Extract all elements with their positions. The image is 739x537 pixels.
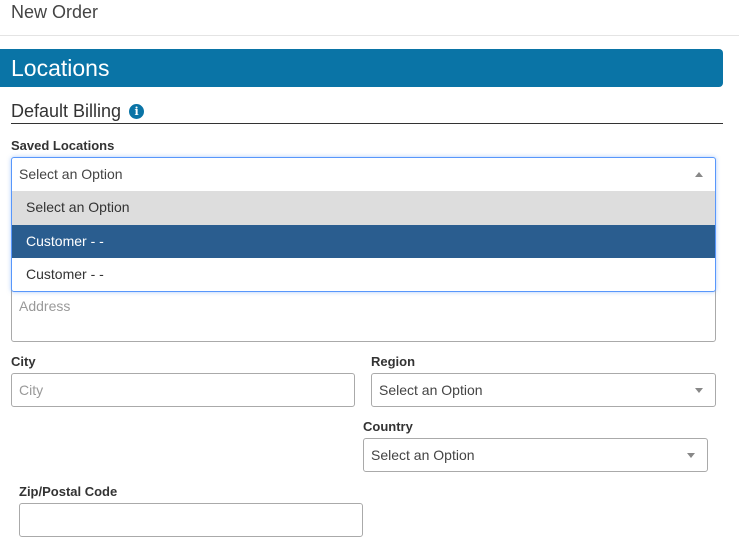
page-title: New Order xyxy=(11,2,99,22)
address-placeholder: Address xyxy=(19,298,71,314)
country-select[interactable]: Select an Option xyxy=(363,438,708,472)
chevron-down-icon[interactable] xyxy=(695,388,703,393)
country-label: Country xyxy=(363,419,413,434)
subsection-title: Default Billing xyxy=(11,101,122,121)
region-label: Region xyxy=(371,354,416,369)
default-billing-heading: Default Billing i xyxy=(11,99,723,124)
chevron-down-icon[interactable] xyxy=(687,453,695,458)
country-value: Select an Option xyxy=(371,447,475,463)
zip-label: Zip/Postal Code xyxy=(19,484,118,499)
option-select[interactable]: Select an Option xyxy=(12,191,715,225)
info-icon[interactable]: i xyxy=(129,104,145,119)
chevron-up-icon[interactable] xyxy=(695,172,703,177)
saved-locations-current[interactable]: Select an Option xyxy=(12,158,715,191)
option-customer-1[interactable]: Customer - - xyxy=(12,224,715,258)
saved-locations-label: Saved Locations xyxy=(11,138,115,153)
address-field[interactable]: Address xyxy=(11,286,716,342)
saved-locations-select[interactable]: Select an Option Select an Option Custom… xyxy=(11,157,716,292)
region-value: Select an Option xyxy=(379,382,483,398)
zip-input[interactable] xyxy=(19,503,363,537)
saved-locations-options: Select an Option Customer - - Customer -… xyxy=(12,191,715,292)
city-input[interactable]: City xyxy=(11,373,355,407)
section-header-locations: Locations xyxy=(0,49,723,87)
title-divider xyxy=(0,35,739,36)
option-customer-2[interactable]: Customer - - xyxy=(12,258,715,292)
city-placeholder: City xyxy=(19,382,44,398)
region-select[interactable]: Select an Option xyxy=(371,373,716,407)
city-label: City xyxy=(11,354,36,369)
